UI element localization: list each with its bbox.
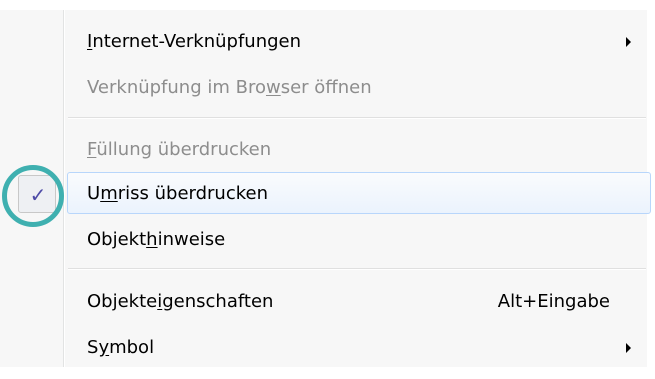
menu-item-label: Verknüpfung im Browser öffnen xyxy=(87,66,372,110)
menu-item-symbol[interactable]: Symbol xyxy=(0,326,646,370)
menu-item-object-properties[interactable]: Objekteigenschaften Alt+Eingabe xyxy=(0,280,646,324)
menu-item-label: Objekteigenschaften xyxy=(87,280,273,324)
menu-item-label: Symbol xyxy=(87,326,154,370)
menu-item-overprint-outline[interactable]: Umriss überdrucken xyxy=(0,172,646,216)
mnemonic-letter: m xyxy=(100,183,118,204)
menu-item-object-hints[interactable]: Objekthinweise xyxy=(0,218,646,262)
mnemonic-letter: w xyxy=(265,77,281,98)
context-menu: Internet-Verknüpfungen Verknüpfung im Br… xyxy=(0,0,655,379)
mnemonic-letter: h xyxy=(146,229,158,250)
menu-item-label: Füllung überdrucken xyxy=(87,128,271,172)
menu-separator xyxy=(68,268,646,270)
submenu-arrow-icon xyxy=(626,343,631,353)
label-text: riss überdrucken xyxy=(117,183,269,204)
menu-item-internet-shortcuts[interactable]: Internet-Verknüpfungen xyxy=(0,20,646,64)
label-text: ser öffnen xyxy=(280,77,372,98)
mnemonic-letter: y xyxy=(98,337,110,358)
label-text: genschaften xyxy=(162,291,274,312)
label-text: Objekte xyxy=(87,291,158,312)
menu-item-label: Internet-Verknüpfungen xyxy=(87,20,301,64)
menu-separator xyxy=(68,117,646,119)
menu-item-overprint-fill[interactable]: Füllung überdrucken xyxy=(0,128,646,172)
menu-item-label: Umriss überdrucken xyxy=(87,172,268,216)
label-text: üllung überdrucken xyxy=(96,139,272,160)
shortcut-label: Alt+Eingabe xyxy=(497,291,610,312)
label-text: inweise xyxy=(157,229,226,250)
mnemonic-letter: F xyxy=(87,139,97,160)
menu-top-edge xyxy=(0,0,655,10)
label-text: mbol xyxy=(109,337,155,358)
menu-item-open-link-in-browser[interactable]: Verknüpfung im Browser öffnen xyxy=(0,66,646,110)
label-text: nternet-Verknüpfungen xyxy=(92,31,302,52)
menu-item-label: Objekthinweise xyxy=(87,218,225,262)
submenu-arrow-icon xyxy=(626,37,631,47)
label-text: U xyxy=(87,183,101,204)
label-text: Verknüpfung im Bro xyxy=(87,77,266,98)
label-text: S xyxy=(87,337,99,358)
label-text: Objekt xyxy=(87,229,147,250)
